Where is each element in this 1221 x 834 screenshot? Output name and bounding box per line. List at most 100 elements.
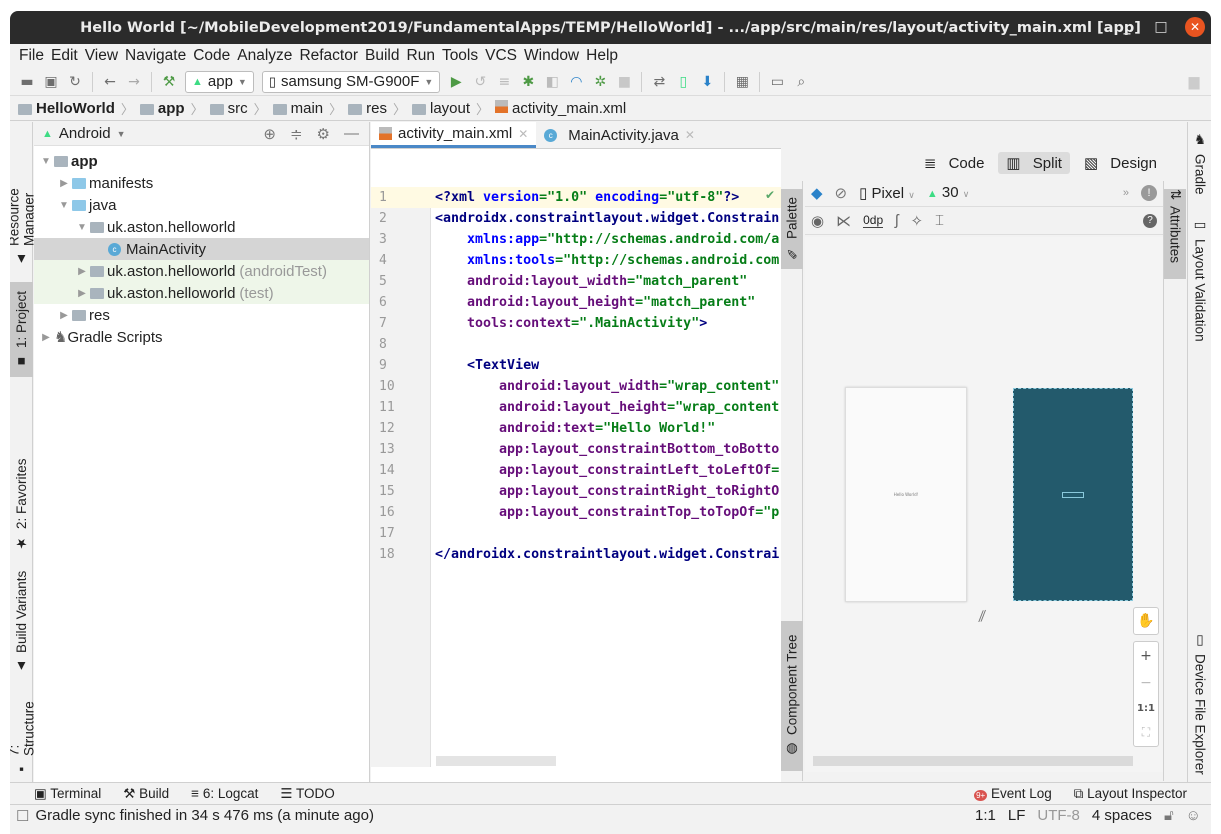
menu-window[interactable]: Window xyxy=(521,47,583,65)
breadcrumb-item[interactable]: src xyxy=(209,100,248,117)
guidelines-icon[interactable]: ⌶ xyxy=(935,212,944,229)
more-icon[interactable]: » xyxy=(1123,187,1129,199)
run-config-dropdown[interactable]: ▲ app ▼ xyxy=(185,70,254,93)
search-icon[interactable]: ⌕ xyxy=(790,71,812,93)
blueprint-preview[interactable] xyxy=(1013,388,1133,601)
avd-manager-icon[interactable]: ▯ xyxy=(672,71,694,93)
menu-view[interactable]: View xyxy=(82,47,122,65)
code-line[interactable]: 11 android:layout_height="wrap_content xyxy=(371,397,781,418)
menu-tools[interactable]: Tools xyxy=(439,47,482,65)
breadcrumb-item[interactable]: HelloWorld xyxy=(18,100,115,117)
tab-gradle[interactable]: ♞ Gradle xyxy=(1188,132,1211,207)
menu-refactor[interactable]: Refactor xyxy=(296,47,362,65)
tab-logcat[interactable]: ≡ 6: Logcat xyxy=(191,786,258,801)
chevron-down-icon[interactable]: ▼ xyxy=(117,129,126,139)
split-mode-button[interactable]: ▥ Split xyxy=(998,151,1070,174)
code-line[interactable]: 10 android:layout_width="wrap_content" xyxy=(371,376,781,397)
save-icon[interactable]: ▣ xyxy=(40,71,62,93)
open-folder-icon[interactable]: ▬ xyxy=(16,71,38,93)
canvas-scrollbar[interactable] xyxy=(813,756,1133,766)
hide-icon[interactable]: — xyxy=(344,125,359,143)
tab-attributes[interactable]: ⇅ Attributes xyxy=(1164,189,1186,279)
design-preview[interactable]: Hello World! xyxy=(845,387,967,602)
breadcrumb-item[interactable]: main xyxy=(272,100,323,117)
sdk-manager-icon[interactable]: ⬇ xyxy=(696,71,718,93)
code-line[interactable]: 15 app:layout_constraintRight_toRightO xyxy=(371,481,781,502)
terminal-toggle-icon[interactable]: ▭ xyxy=(766,71,788,93)
tab-layout-validation[interactable]: ▭ Layout Validation xyxy=(1188,217,1211,347)
menu-code[interactable]: Code xyxy=(190,47,234,65)
tab-resource-manager[interactable]: ▲ Resource Manager xyxy=(10,132,37,267)
horizontal-scrollbar[interactable] xyxy=(436,756,556,766)
code-line[interactable]: 12 android:text="Hello World!" xyxy=(371,418,781,439)
tab-structure[interactable]: ▪ 7: Structure xyxy=(10,692,37,777)
breadcrumb-item[interactable]: res xyxy=(348,100,387,117)
zoom-fit-icon[interactable]: ⛶ xyxy=(1142,725,1150,740)
menu-run[interactable]: Run xyxy=(404,47,439,65)
tab-main-activity-java[interactable]: c MainActivity.java ✕ xyxy=(536,122,703,148)
tree-item[interactable]: ▶ uk.aston.helloworld (androidTest) xyxy=(34,260,369,282)
code-line[interactable]: 1 <?xml version="1.0" encoding="utf-8"?> xyxy=(371,187,781,208)
indent-setting[interactable]: 4 spaces xyxy=(1092,807,1152,824)
tree-item[interactable]: ▼ uk.aston.helloworld xyxy=(34,216,369,238)
code-line[interactable]: 14 app:layout_constraintLeft_toLeftOf= xyxy=(371,460,781,481)
expanded-arrow-icon[interactable]: ▼ xyxy=(56,200,72,211)
tab-build-variants[interactable]: ▲ Build Variants xyxy=(10,567,33,677)
orientation-icon[interactable]: ⊘ xyxy=(835,184,848,202)
code-line[interactable]: 6 android:layout_height="match_parent" xyxy=(371,292,781,313)
pan-button[interactable]: ✋ xyxy=(1133,607,1159,635)
collapsed-arrow-icon[interactable]: ▶ xyxy=(74,288,90,299)
expanded-arrow-icon[interactable]: ▼ xyxy=(74,222,90,233)
make-project-icon[interactable]: ⚒ xyxy=(158,71,180,93)
gradle-sync-icon[interactable]: ⇄ xyxy=(648,71,670,93)
menu-help[interactable]: Help xyxy=(583,47,622,65)
clear-constraints-icon[interactable]: ʃ xyxy=(895,212,898,229)
code-mode-button[interactable]: ≣ Code xyxy=(916,152,993,174)
status-message[interactable]: Gradle sync finished in 34 s 476 ms (a m… xyxy=(35,807,374,824)
tree-item[interactable]: ▶ uk.aston.helloworld (test) xyxy=(34,282,369,304)
warning-icon[interactable]: ! xyxy=(1141,184,1157,201)
code-line[interactable]: 8 xyxy=(371,334,781,355)
zoom-reset-button[interactable]: 1:1 xyxy=(1137,703,1155,714)
default-margin[interactable]: 0dp xyxy=(863,213,884,228)
code-line[interactable]: 18 </androidx.constraintlayout.widget.Con… xyxy=(371,544,781,565)
tree-item[interactable]: c MainActivity xyxy=(34,238,369,260)
lock-icon[interactable]: 🔓︎ xyxy=(1164,807,1174,824)
resize-handle[interactable]: ⁄⁄ xyxy=(979,609,986,626)
menu-analyze[interactable]: Analyze xyxy=(234,47,296,65)
tree-item[interactable]: ▼ java xyxy=(34,194,369,216)
code-area[interactable]: 1 <?xml version="1.0" encoding="utf-8"?> 2… xyxy=(371,187,781,767)
code-line[interactable]: 13 app:layout_constraintBottom_toBotto xyxy=(371,439,781,460)
collapse-all-icon[interactable]: ≑ xyxy=(290,125,303,143)
maximize-button[interactable]: □ xyxy=(1151,19,1171,35)
locate-icon[interactable]: ⊕ xyxy=(263,125,276,143)
tab-palette[interactable]: ✎ Palette xyxy=(781,189,803,269)
menu-edit[interactable]: Edit xyxy=(48,47,82,65)
project-structure-icon[interactable]: ▦ xyxy=(731,71,753,93)
menu-build[interactable]: Build xyxy=(362,47,403,65)
breadcrumb-item[interactable]: activity_main.xml xyxy=(495,100,626,117)
tab-terminal[interactable]: ▣ Terminal xyxy=(34,786,101,802)
toggle-tool-windows-icon[interactable]: ☐ xyxy=(16,807,29,825)
file-encoding[interactable]: UTF-8 xyxy=(1037,807,1080,824)
code-line[interactable]: 9 <TextView xyxy=(371,355,781,376)
tab-todo[interactable]: ☰ TODO xyxy=(280,786,334,802)
tree-item[interactable]: ▼ app xyxy=(34,150,369,172)
minimize-button[interactable]: _ xyxy=(1117,19,1137,35)
profile-icon[interactable]: ◠ xyxy=(565,71,587,93)
line-separator[interactable]: LF xyxy=(1008,807,1026,824)
layers-icon[interactable]: ◆ xyxy=(811,184,823,202)
coverage-icon[interactable]: ◧ xyxy=(541,71,563,93)
back-icon[interactable]: ← xyxy=(99,71,121,93)
expanded-arrow-icon[interactable]: ▼ xyxy=(38,156,54,167)
view-options-icon[interactable]: ◉ xyxy=(811,212,824,230)
code-line[interactable]: 4 xmlns:tools="http://schemas.android.co… xyxy=(371,250,781,271)
code-line[interactable]: 3 xmlns:app="http://schemas.android.com/… xyxy=(371,229,781,250)
breadcrumb-item[interactable]: app xyxy=(139,100,185,117)
tab-layout-inspector[interactable]: ⧉ Layout Inspector xyxy=(1074,786,1187,802)
zoom-out-icon[interactable]: − xyxy=(1140,675,1152,691)
debug-icon[interactable]: ✱ xyxy=(517,71,539,93)
close-tab-icon[interactable]: ✕ xyxy=(685,128,695,142)
device-picker[interactable]: ▯ Pixel ∨ xyxy=(859,184,915,202)
attach-debugger-icon[interactable]: ✲ xyxy=(589,71,611,93)
